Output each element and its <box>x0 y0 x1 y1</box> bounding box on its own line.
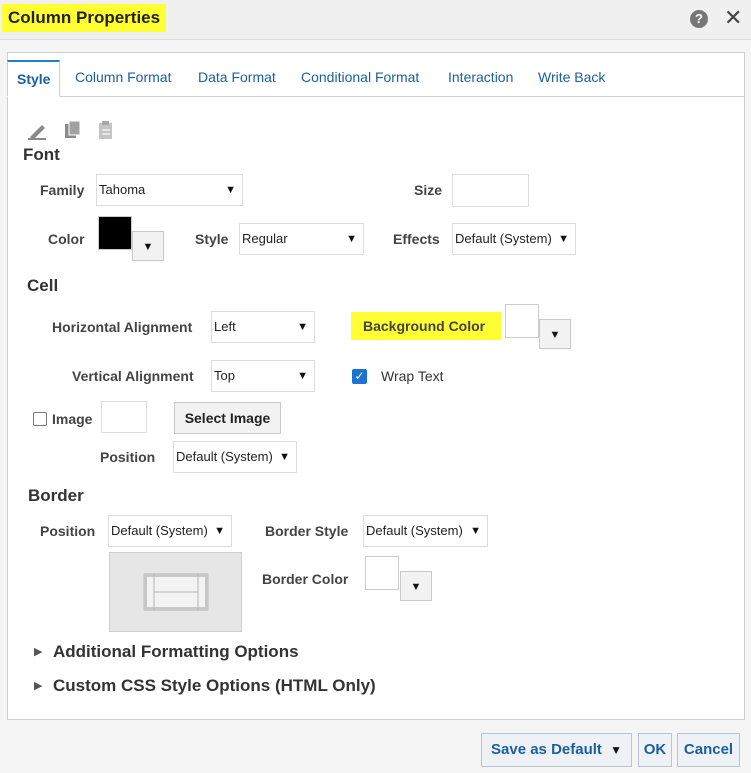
tab-style[interactable]: Style <box>7 60 61 97</box>
copy-icon[interactable] <box>63 120 83 140</box>
custom-css-expander[interactable]: Custom CSS Style Options (HTML Only) <box>53 676 376 696</box>
ok-button[interactable]: OK <box>638 733 672 767</box>
horizontal-alignment-label: Horizontal Alignment <box>52 319 193 335</box>
border-style-label: Border Style <box>265 523 349 539</box>
vertical-alignment-select[interactable]: Top ▼ <box>211 360 315 392</box>
font-family-select[interactable]: Tahoma ▼ <box>96 174 243 206</box>
font-effects-value: Default (System) <box>455 231 552 246</box>
border-style-select[interactable]: Default (System) ▼ <box>363 515 488 547</box>
chevron-down-icon: ▼ <box>142 241 154 253</box>
save-as-default-label: Save as Default <box>491 741 602 758</box>
background-color-dropdown[interactable]: ▼ <box>539 319 571 349</box>
image-position-value: Default (System) <box>176 449 273 464</box>
expand-arrow-icon[interactable]: ▶ <box>34 679 42 692</box>
dialog-title: Column Properties <box>2 4 167 32</box>
image-position-select[interactable]: Default (System) ▼ <box>173 441 297 473</box>
font-section-title: Font <box>23 145 60 164</box>
font-size-label: Size <box>414 182 443 198</box>
expand-arrow-icon[interactable]: ▶ <box>34 645 42 658</box>
wrap-text-label: Wrap Text <box>381 368 444 384</box>
font-color-swatch[interactable] <box>98 216 132 250</box>
border-color-label: Border Color <box>262 571 349 587</box>
border-position-label: Position <box>40 523 96 539</box>
font-style-value: Regular <box>242 231 288 246</box>
border-color-dropdown[interactable]: ▼ <box>400 571 432 601</box>
border-position-value: Default (System) <box>111 523 208 538</box>
border-section-title: Border <box>28 486 84 505</box>
chevron-down-icon: ▼ <box>558 233 569 245</box>
border-color-swatch[interactable] <box>365 556 399 590</box>
vertical-alignment-label: Vertical Alignment <box>72 368 194 384</box>
chevron-down-icon: ▼ <box>549 329 561 341</box>
vertical-alignment-value: Top <box>214 368 235 383</box>
clear-format-icon[interactable] <box>27 120 47 140</box>
chevron-down-icon: ▼ <box>214 525 225 537</box>
background-color-label: Background Color <box>351 312 501 340</box>
select-image-button[interactable]: Select Image <box>174 402 281 434</box>
tab-conditional-format[interactable]: Conditional Format <box>299 60 421 97</box>
close-icon[interactable]: ✕ <box>724 7 742 29</box>
paste-icon[interactable] <box>96 120 116 140</box>
additional-formatting-expander[interactable]: Additional Formatting Options <box>53 642 299 662</box>
horizontal-alignment-select[interactable]: Left ▼ <box>211 311 315 343</box>
tab-interaction[interactable]: Interaction <box>446 60 515 97</box>
chevron-down-icon: ▼ <box>610 743 622 757</box>
chevron-down-icon: ▼ <box>279 451 290 463</box>
border-position-select[interactable]: Default (System) ▼ <box>108 515 232 547</box>
tab-write-back[interactable]: Write Back <box>536 60 607 97</box>
chevron-down-icon: ▼ <box>297 321 308 333</box>
tab-column-format[interactable]: Column Format <box>73 60 173 97</box>
font-family-value: Tahoma <box>99 182 146 197</box>
font-family-label: Family <box>40 182 85 198</box>
background-color-swatch[interactable] <box>505 304 539 338</box>
font-effects-select[interactable]: Default (System) ▼ <box>452 223 576 255</box>
font-style-label: Style <box>195 231 229 247</box>
help-icon[interactable]: ? <box>690 10 708 28</box>
cancel-button[interactable]: Cancel <box>677 733 740 767</box>
image-checkbox[interactable] <box>33 412 47 426</box>
chevron-down-icon: ▼ <box>225 184 236 196</box>
chevron-down-icon: ▼ <box>410 581 422 593</box>
chevron-down-icon: ▼ <box>470 525 481 537</box>
wrap-text-checkbox[interactable]: ✓ <box>352 369 367 384</box>
chevron-down-icon: ▼ <box>346 233 357 245</box>
image-position-label: Position <box>100 449 156 465</box>
horizontal-alignment-value: Left <box>214 319 236 334</box>
image-preview <box>101 401 147 433</box>
font-size-input[interactable] <box>452 174 529 207</box>
tab-data-format[interactable]: Data Format <box>196 60 278 97</box>
save-as-default-button[interactable]: Save as Default ▼ <box>481 733 632 767</box>
border-preview-icon <box>143 573 209 611</box>
image-label: Image <box>52 411 93 427</box>
font-color-dropdown[interactable]: ▼ <box>132 231 164 261</box>
cell-section-title: Cell <box>27 276 59 295</box>
font-style-select[interactable]: Regular ▼ <box>239 223 364 255</box>
font-color-label: Color <box>48 231 85 247</box>
border-style-value: Default (System) <box>366 523 463 538</box>
font-effects-label: Effects <box>393 231 440 247</box>
border-preview[interactable] <box>109 552 242 632</box>
chevron-down-icon: ▼ <box>297 370 308 382</box>
